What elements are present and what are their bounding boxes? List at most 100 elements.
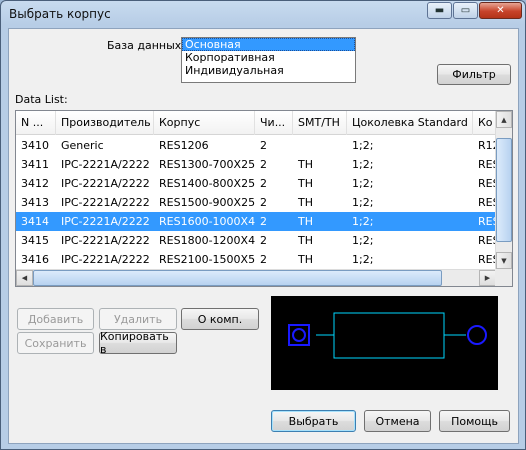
- column-header-smt-th[interactable]: SMT/TH: [293, 111, 347, 135]
- about-component-button[interactable]: О комп.: [181, 308, 259, 330]
- footprint-preview-drawing: [288, 312, 487, 359]
- cell-number: 3416: [21, 253, 49, 266]
- cell-number: 3414: [21, 215, 49, 228]
- table-row[interactable]: 3412 IPC-2221A/2222 RES1400-800X250 2 TH 1;2;…: [16, 174, 496, 193]
- cell-component: RES: [478, 158, 496, 171]
- cell-component: R12: [478, 139, 496, 152]
- vertical-scroll-thumb[interactable]: [496, 138, 512, 242]
- maximize-icon: ▭: [460, 4, 471, 16]
- add-button[interactable]: Добавить: [17, 308, 94, 330]
- cell-pinout-standard: 1;2;: [352, 215, 374, 228]
- cell-number: 3410: [21, 139, 49, 152]
- cell-pinout-standard: 1;2;: [352, 139, 374, 152]
- cell-pin-count: 2: [260, 215, 267, 228]
- title-bar[interactable]: Выбрать корпус ▬ ▭ ✕: [1, 1, 525, 27]
- footprint-preview: [271, 296, 498, 390]
- cell-component: RES: [478, 196, 496, 209]
- dialog-window: Выбрать корпус ▬ ▭ ✕ База данных: Основн…: [0, 0, 526, 450]
- close-button[interactable]: ✕: [479, 2, 522, 19]
- table-row[interactable]: 3410 Generic RES1206 2 1;2; R12: [16, 136, 496, 155]
- cell-number: 3415: [21, 234, 49, 247]
- square-pad-hole: [292, 328, 306, 342]
- scroll-right-button[interactable]: ▶: [479, 270, 496, 286]
- cell-pin-count: 2: [260, 139, 267, 152]
- horizontal-scrollbar[interactable]: ◀ ▶: [16, 269, 496, 286]
- cell-pin-count: 2: [260, 158, 267, 171]
- scroll-up-arrow-icon: ▲: [501, 115, 507, 124]
- column-header-pin-count[interactable]: Чи...: [255, 111, 293, 135]
- cell-number: 3412: [21, 177, 49, 190]
- cell-component: RES: [478, 177, 496, 190]
- help-button[interactable]: Помощь: [439, 410, 510, 432]
- cell-smt-th: [293, 136, 347, 155]
- cell-package: RES1300-700X250: [159, 158, 255, 171]
- minimize-button[interactable]: ▬: [427, 2, 452, 19]
- close-icon: ✕: [496, 4, 505, 16]
- resistor-body-outline: [333, 312, 445, 359]
- horizontal-scroll-thumb[interactable]: [33, 270, 442, 286]
- cell-smt-th: TH: [298, 158, 313, 171]
- cell-manufacturer: IPC-2221A/2222: [61, 253, 150, 266]
- window-title: Выбрать корпус: [9, 7, 111, 21]
- dialog-client-area: База данных: Основная Корпоративная Инди…: [8, 28, 519, 444]
- cell-manufacturer: IPC-2221A/2222: [61, 196, 150, 209]
- database-listbox[interactable]: Основная Корпоративная Индивидуальная: [181, 37, 356, 83]
- column-header-manufacturer[interactable]: Производитель: [56, 111, 154, 135]
- data-list-label: Data List:: [15, 93, 68, 106]
- copy-to-button[interactable]: Копировать в: [99, 330, 177, 356]
- scroll-left-button[interactable]: ◀: [16, 270, 33, 286]
- scroll-up-button[interactable]: ▲: [496, 111, 512, 128]
- maximize-button[interactable]: ▭: [453, 2, 478, 19]
- delete-button[interactable]: Удалить: [99, 308, 177, 330]
- scroll-down-button[interactable]: ▼: [496, 252, 512, 269]
- database-option-corporate[interactable]: Корпоративная: [182, 51, 355, 64]
- cell-package: RES1206: [159, 139, 209, 152]
- vertical-scrollbar[interactable]: ▲ ▼: [495, 111, 512, 270]
- cell-smt-th: TH: [298, 234, 313, 247]
- cell-manufacturer: IPC-2221A/2222: [61, 158, 150, 171]
- column-header-package[interactable]: Корпус: [154, 111, 255, 135]
- cell-package: RES1500-900X250: [159, 196, 255, 209]
- cell-number: 3411: [21, 158, 49, 171]
- cell-package: RES1800-1200X400: [159, 234, 255, 247]
- cell-smt-th: TH: [298, 215, 313, 228]
- filter-button[interactable]: Фильтр: [437, 64, 511, 85]
- scrollbar-corner: [495, 269, 512, 286]
- table-row[interactable]: 3413 IPC-2221A/2222 RES1500-900X250 2 TH 1;2;…: [16, 193, 496, 212]
- scroll-left-arrow-icon: ◀: [21, 274, 28, 282]
- select-button[interactable]: Выбрать: [271, 410, 356, 432]
- table-row[interactable]: 3416 IPC-2221A/2222 RES2100-1500X500 2 TH 1;2…: [16, 250, 496, 269]
- cell-pin-count: 2: [260, 234, 267, 247]
- column-header-component[interactable]: Ко: [473, 111, 496, 135]
- cell-pinout-standard: 1;2;: [352, 196, 374, 209]
- database-option-main[interactable]: Основная: [182, 38, 355, 51]
- cell-smt-th: TH: [298, 196, 313, 209]
- data-list-table[interactable]: N ... Производитель Корпус Чи... SMT/TH …: [15, 110, 513, 287]
- table-row[interactable]: 3411 IPC-2221A/2222 RES1300-700X250 2 TH 1;2;…: [16, 155, 496, 174]
- minimize-icon: ▬: [434, 4, 445, 16]
- cell-component: RES: [478, 234, 496, 247]
- save-button[interactable]: Сохранить: [17, 332, 94, 354]
- cell-package: RES1600-1000X400: [159, 215, 255, 228]
- cell-pinout-standard: 1;2;: [352, 253, 374, 266]
- database-option-individual[interactable]: Индивидуальная: [182, 64, 355, 77]
- table-row[interactable]: 3415 IPC-2221A/2222 RES1800-1200X400 2 TH 1;2…: [16, 231, 496, 250]
- cell-smt-th: TH: [298, 253, 313, 266]
- cell-manufacturer: IPC-2221A/2222: [61, 215, 150, 228]
- table-row[interactable]: 3414 IPC-2221A/2222 RES1600-1000X400 2 TH 1;2…: [16, 212, 496, 231]
- scroll-down-arrow-icon: ▼: [501, 256, 507, 265]
- cell-component: RES: [478, 215, 496, 228]
- cell-pinout-standard: 1;2;: [352, 177, 374, 190]
- cell-pinout-standard: 1;2;: [352, 234, 374, 247]
- cancel-button[interactable]: Отмена: [364, 410, 431, 432]
- cell-pin-count: 2: [260, 196, 267, 209]
- column-header-pinout-standard[interactable]: Цоколевка Standard: [347, 111, 473, 135]
- database-label: База данных:: [107, 39, 186, 52]
- table-body: 3410 Generic RES1206 2 1;2; R12 3411 IPC-2221A/…: [16, 136, 496, 270]
- scroll-right-arrow-icon: ▶: [484, 274, 491, 282]
- column-header-number[interactable]: N ...: [16, 111, 56, 135]
- cell-manufacturer: Generic: [61, 139, 104, 152]
- cell-manufacturer: IPC-2221A/2222: [61, 234, 150, 247]
- cell-manufacturer: IPC-2221A/2222: [61, 177, 150, 190]
- cell-component: RES: [478, 253, 496, 266]
